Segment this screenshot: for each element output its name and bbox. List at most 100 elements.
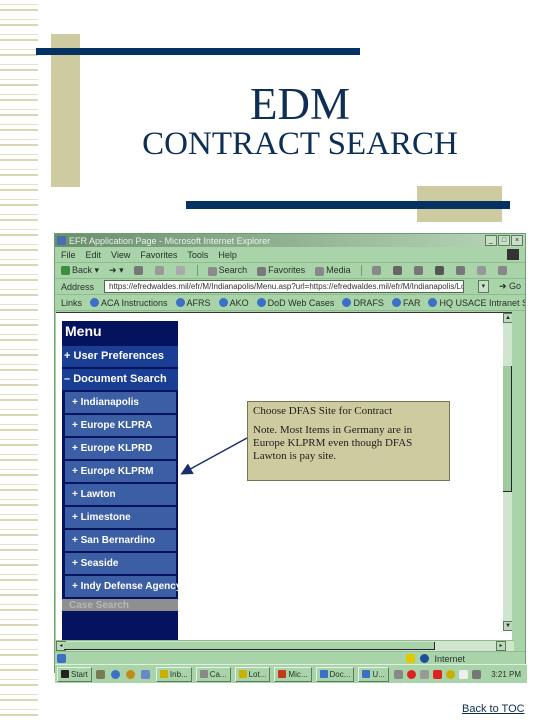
task-lotus[interactable]: Lot... bbox=[234, 666, 271, 682]
back-arrow-icon bbox=[61, 266, 70, 276]
media-button[interactable]: Media bbox=[315, 265, 351, 276]
menu-item-lawton[interactable]: + Lawton bbox=[65, 484, 176, 505]
scroll-right-button[interactable]: ▸ bbox=[496, 641, 506, 651]
tray-icon[interactable] bbox=[394, 669, 404, 679]
refresh-icon[interactable] bbox=[154, 266, 164, 275]
ie-icon bbox=[57, 236, 66, 245]
decorative-rule bbox=[36, 48, 360, 55]
link-afrs[interactable]: AFRS bbox=[175, 298, 211, 308]
decorative-rule bbox=[186, 201, 510, 209]
scroll-down-button[interactable]: ▼ bbox=[503, 621, 512, 631]
link-aca-instructions[interactable]: ACA Instructions bbox=[90, 298, 168, 308]
scroll-thumb[interactable] bbox=[503, 366, 512, 492]
task-document[interactable]: Doc... bbox=[315, 666, 355, 682]
home-icon[interactable] bbox=[175, 266, 185, 275]
ie-link-icon bbox=[218, 298, 228, 307]
ie-quicklaunch-icon[interactable] bbox=[110, 669, 120, 679]
menu-item-seaside[interactable]: + Seaside bbox=[65, 553, 176, 574]
side-menu: Menu + User Preferences – Document Searc… bbox=[62, 321, 181, 641]
scroll-thumb[interactable] bbox=[64, 642, 435, 650]
favorites-button[interactable]: Favorites bbox=[257, 265, 305, 276]
menu-title: Menu bbox=[65, 323, 102, 339]
close-button[interactable]: × bbox=[511, 235, 523, 246]
ie-link-icon bbox=[256, 298, 266, 307]
link-far[interactable]: FAR bbox=[391, 298, 420, 308]
mail-icon[interactable] bbox=[392, 266, 402, 275]
stop-icon[interactable] bbox=[133, 266, 143, 275]
scroll-up-button[interactable]: ▲ bbox=[503, 313, 512, 323]
callout-box: Choose DFAS Site for Contract Note. Most… bbox=[247, 401, 450, 481]
vertical-scrollbar[interactable]: ▲ ▼ bbox=[503, 313, 512, 631]
minimize-button[interactable]: _ bbox=[485, 235, 497, 246]
menu-item-indy-defense-agency[interactable]: + Indy Defense Agency bbox=[65, 576, 181, 597]
menu-file[interactable]: File bbox=[61, 250, 76, 260]
tray-icon[interactable] bbox=[472, 669, 482, 679]
history-icon[interactable] bbox=[371, 266, 381, 275]
menu-item-europe-klprd[interactable]: + Europe KLPRD bbox=[65, 438, 176, 459]
ie-link-icon bbox=[175, 298, 185, 307]
links-bar: Links ACA Instructions AFRS AKO DoD Web … bbox=[55, 295, 525, 311]
task-calendar[interactable]: Ca... bbox=[195, 666, 231, 682]
tray-icon[interactable] bbox=[420, 669, 430, 679]
toolbar: Back ▾ ➜ ▾ Search Favorites Media bbox=[55, 263, 525, 279]
horizontal-scrollbar[interactable]: ◂ ▸ bbox=[56, 640, 514, 651]
task-microsoft[interactable]: Mic... bbox=[274, 666, 312, 682]
menu-view[interactable]: View bbox=[111, 250, 130, 260]
address-label: Address bbox=[61, 281, 95, 292]
maximize-button[interactable]: □ bbox=[498, 235, 510, 246]
lock-icon bbox=[406, 654, 416, 663]
window-title: EFR Application Page - Microsoft Interne… bbox=[69, 235, 271, 246]
menu-item-limestone[interactable]: + Limestone bbox=[65, 507, 176, 528]
menu-item-europe-klprm[interactable]: + Europe KLPRM bbox=[65, 461, 176, 482]
menu-edit[interactable]: Edit bbox=[86, 250, 102, 260]
media-player-icon[interactable] bbox=[125, 669, 135, 679]
zone-label: Internet bbox=[434, 653, 465, 664]
windows-logo-icon bbox=[507, 249, 519, 260]
links-label: Links bbox=[61, 297, 83, 308]
start-button[interactable]: Start bbox=[57, 666, 92, 682]
link-dod-web-cases[interactable]: DoD Web Cases bbox=[256, 298, 334, 308]
clock: 3:21 PM bbox=[491, 669, 521, 679]
menu-item-europe-klpra[interactable]: + Europe KLPRA bbox=[65, 415, 176, 436]
messenger-icon[interactable] bbox=[476, 266, 486, 275]
ie-link-icon bbox=[428, 298, 438, 307]
acrobat-tray-icon[interactable] bbox=[407, 669, 417, 679]
link-ako[interactable]: AKO bbox=[218, 298, 249, 308]
show-desktop-icon[interactable] bbox=[95, 669, 105, 679]
window-titlebar: EFR Application Page - Microsoft Interne… bbox=[55, 234, 525, 247]
address-input[interactable]: https://efredwaldes.mil/efr/M/Indianapol… bbox=[104, 280, 464, 293]
menu-item-indianapolis[interactable]: + Indianapolis bbox=[65, 392, 176, 413]
callout-heading: Choose DFAS Site for Contract bbox=[253, 405, 393, 417]
go-button[interactable]: ➜ Go bbox=[499, 281, 521, 292]
outlook-quicklaunch-icon[interactable] bbox=[140, 669, 150, 679]
menu-item-san-bernardino[interactable]: + San Bernardino bbox=[65, 530, 176, 551]
menu-tools[interactable]: Tools bbox=[187, 250, 208, 260]
tray-icon[interactable] bbox=[459, 669, 469, 679]
back-button[interactable]: Back ▾ bbox=[61, 265, 99, 276]
back-to-toc-link[interactable]: Back to TOC bbox=[462, 703, 525, 715]
red-cross-tray-icon[interactable] bbox=[433, 669, 443, 679]
forward-button[interactable]: ➜ ▾ bbox=[109, 265, 124, 276]
task-document-2[interactable]: U... bbox=[358, 666, 389, 682]
link-hq-usace[interactable]: HQ USACE Intranet Site bbox=[428, 298, 525, 308]
link-drafs[interactable]: DRAFS bbox=[342, 298, 384, 308]
menu-item-case-search[interactable]: Case Search bbox=[62, 599, 178, 611]
menu-bar: File Edit View Favorites Tools Help bbox=[55, 247, 525, 263]
edit-icon[interactable] bbox=[434, 266, 444, 275]
discuss-icon[interactable] bbox=[455, 266, 465, 275]
search-button[interactable]: Search bbox=[207, 265, 247, 276]
address-dropdown-button[interactable]: ▾ bbox=[477, 280, 489, 293]
tray-icon[interactable] bbox=[446, 669, 456, 679]
ie-link-icon bbox=[391, 298, 401, 307]
slide-title: EDM bbox=[250, 79, 350, 129]
taskbar: Start Inb... Ca... Lot... Mic... Doc... … bbox=[55, 664, 527, 683]
outlook-icon bbox=[159, 670, 168, 678]
menu-item-document-search[interactable]: – Document Search bbox=[62, 369, 178, 390]
research-icon[interactable] bbox=[497, 266, 507, 275]
task-inbox[interactable]: Inb... bbox=[155, 666, 192, 682]
print-icon[interactable] bbox=[413, 266, 423, 275]
menu-favorites[interactable]: Favorites bbox=[140, 250, 177, 260]
menu-item-user-preferences[interactable]: + User Preferences bbox=[62, 346, 178, 367]
menu-help[interactable]: Help bbox=[218, 250, 237, 260]
system-tray: 3:21 PM bbox=[394, 669, 527, 679]
